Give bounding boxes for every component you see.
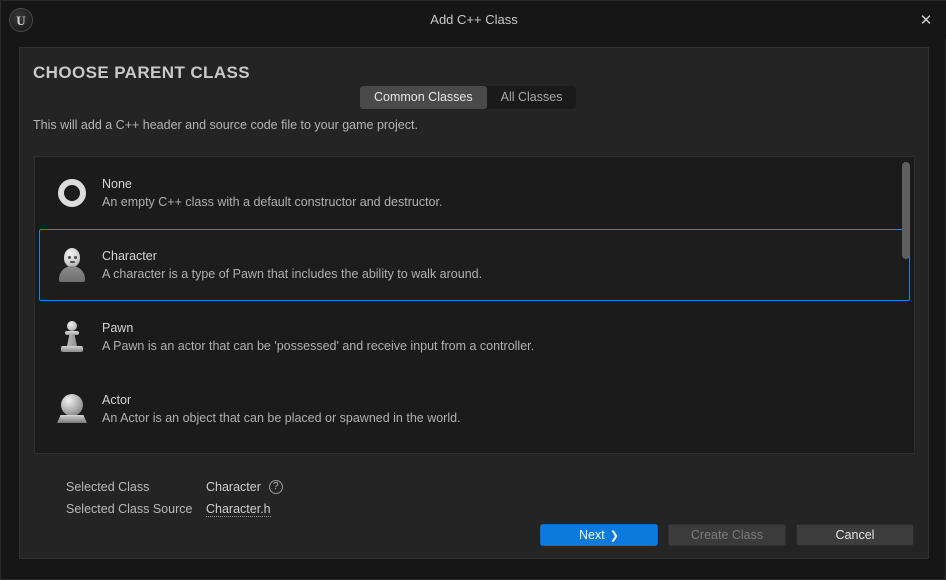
selected-class-source-row: Selected Class Source Character.h [66, 498, 283, 520]
list-item-actor[interactable]: Actor An Actor is an object that can be … [39, 373, 910, 445]
tab-all-classes[interactable]: All Classes [487, 86, 577, 109]
list-item-title: None [102, 175, 442, 193]
page-title: CHOOSE PARENT CLASS [33, 63, 250, 83]
selected-class-source-link[interactable]: Character.h [206, 502, 271, 517]
list-item-pawn[interactable]: Pawn A Pawn is an actor that can be 'pos… [39, 301, 910, 373]
create-class-button[interactable]: Create Class [668, 524, 786, 546]
cancel-button[interactable]: Cancel [796, 524, 914, 546]
sphere-pedestal-icon [52, 387, 92, 431]
selected-class-value: Character [206, 480, 261, 494]
list-item-title: Pawn [102, 319, 534, 337]
add-cpp-class-dialog: U Add C++ Class ✕ CHOOSE PARENT CLASS Co… [0, 0, 946, 580]
list-item-description: A character is a type of Pawn that inclu… [102, 265, 482, 283]
list-scrollbar-thumb[interactable] [902, 162, 910, 259]
ring-icon [52, 171, 92, 215]
next-button-label: Next [579, 528, 605, 542]
dialog-subtitle: This will add a C++ header and source co… [33, 118, 418, 132]
list-item-character[interactable]: Character A character is a type of Pawn … [39, 229, 910, 301]
chevron-right-icon: ❯ [610, 529, 619, 542]
list-item-description: An Actor is an object that can be placed… [102, 409, 461, 427]
list-item-none[interactable]: None An empty C++ class with a default c… [39, 157, 910, 229]
list-item-title: Actor [102, 391, 461, 409]
parent-class-list[interactable]: None An empty C++ class with a default c… [34, 156, 915, 454]
tab-common-classes[interactable]: Common Classes [360, 86, 487, 109]
window-title: Add C++ Class [1, 1, 946, 39]
list-scrollbar[interactable] [901, 159, 911, 453]
dialog-footer: Next ❯ Create Class Cancel [20, 524, 930, 546]
close-icon[interactable]: ✕ [913, 8, 939, 32]
selected-class-info: Selected Class Character ? Selected Clas… [66, 476, 283, 520]
list-item-title: Character [102, 247, 482, 265]
next-button[interactable]: Next ❯ [540, 524, 658, 546]
chess-pawn-icon [52, 315, 92, 359]
character-bust-icon [52, 243, 92, 287]
title-bar: U Add C++ Class ✕ [1, 1, 946, 39]
selected-class-label: Selected Class [66, 480, 206, 494]
class-filter-tabs: Common Classes All Classes [360, 86, 576, 109]
selected-class-row: Selected Class Character ? [66, 476, 283, 498]
help-icon[interactable]: ? [269, 480, 283, 494]
selected-class-source-label: Selected Class Source [66, 502, 206, 516]
dialog-panel: CHOOSE PARENT CLASS Common Classes All C… [19, 47, 929, 559]
list-item-description: An empty C++ class with a default constr… [102, 193, 442, 211]
list-item-description: A Pawn is an actor that can be 'possesse… [102, 337, 534, 355]
